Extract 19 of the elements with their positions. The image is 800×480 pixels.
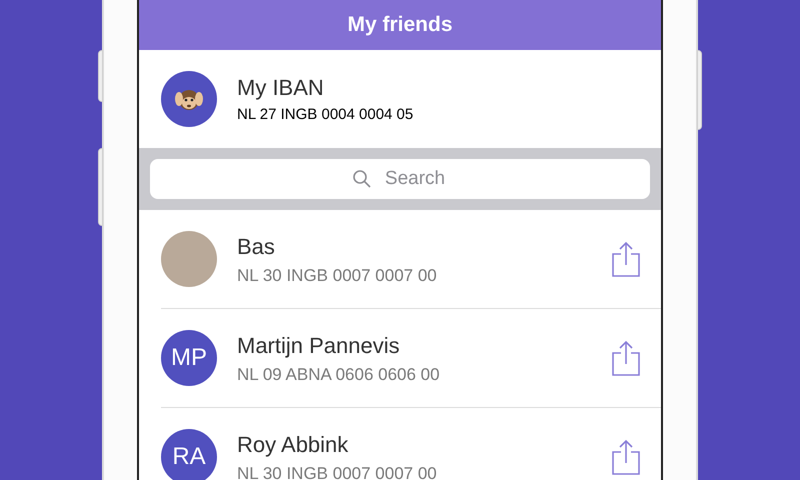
share-icon[interactable] — [611, 240, 641, 278]
friend-row[interactable]: MP Martijn Pannevis NL 09 ABNA 0606 0606 00 — [161, 309, 661, 408]
header-title: My friends — [347, 12, 453, 38]
share-icon[interactable] — [611, 438, 641, 476]
friend-name: Roy Abbink — [237, 430, 350, 459]
friend-row[interactable]: RA Roy Abbink NL 30 INGB 0007 0007 00 — [161, 408, 661, 480]
share-icon[interactable] — [611, 340, 641, 376]
friend-iban: NL 09 ABNA 0606 0606 00 — [237, 364, 441, 386]
friend-iban: NL 30 INGB 0007 0007 00 — [237, 462, 438, 480]
my-iban-label: My IBAN — [237, 74, 325, 102]
my-iban-number: NL 27 INGB 0004 0004 05 — [237, 105, 414, 126]
initials-avatar: MP — [161, 330, 217, 386]
initials-avatar: RA — [161, 429, 217, 480]
search-icon — [352, 169, 372, 189]
search-field[interactable]: Search — [150, 159, 650, 199]
friend-name: Martijn Pannevis — [237, 332, 401, 360]
friend-name: Bas — [237, 232, 276, 261]
friend-row[interactable]: Bas NL 30 INGB 0007 0007 00 — [161, 210, 661, 309]
friend-iban: NL 30 INGB 0007 0007 00 — [237, 264, 438, 287]
